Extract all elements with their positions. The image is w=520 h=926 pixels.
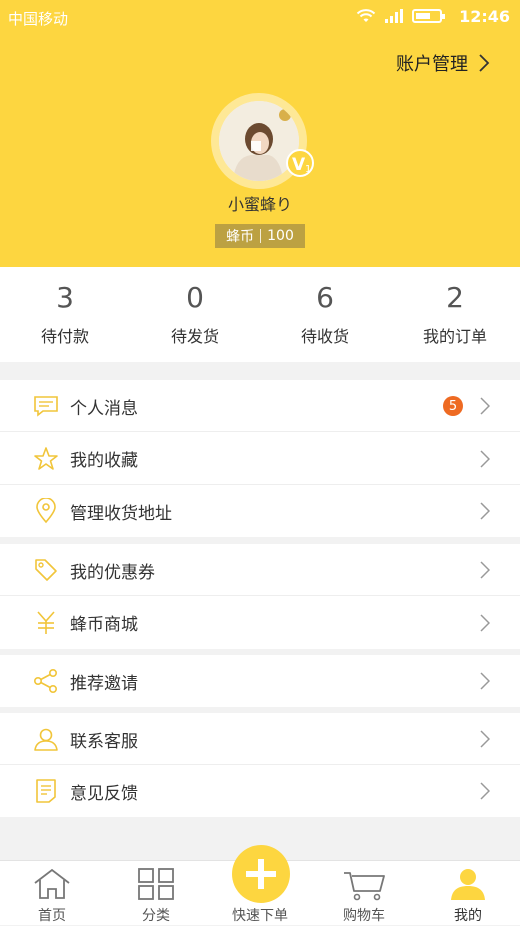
quick-order-button[interactable] bbox=[232, 845, 290, 903]
share-icon bbox=[33, 668, 59, 694]
location-pin-icon bbox=[33, 498, 59, 524]
chevron-right-icon bbox=[480, 502, 490, 520]
tab-mine[interactable]: 我的 bbox=[416, 861, 520, 926]
svg-text:V: V bbox=[292, 155, 306, 175]
vip-badge-icon: V 1 bbox=[286, 149, 314, 177]
message-icon bbox=[33, 393, 59, 419]
plus-icon bbox=[246, 859, 276, 889]
order-summary: 3 待付款 0 待发货 6 待收货 2 我的订单 bbox=[0, 267, 520, 362]
menu-item-favorites[interactable]: 我的收藏 bbox=[0, 432, 520, 485]
clock: 12:46 bbox=[459, 7, 510, 26]
menu-item-address[interactable]: 管理收货地址 bbox=[0, 485, 520, 537]
chevron-right-icon bbox=[480, 672, 490, 690]
menu-item-label: 蜂币商城 bbox=[70, 615, 138, 635]
battery-icon bbox=[412, 9, 445, 23]
chevron-right-icon bbox=[480, 561, 490, 579]
carrier-name: 中国移动 bbox=[8, 10, 69, 28]
menu-item-coupons[interactable]: 我的优惠券 bbox=[0, 544, 520, 596]
menu-item-feedback[interactable]: 意见反馈 bbox=[0, 765, 520, 817]
tab-home[interactable]: 首页 bbox=[0, 861, 104, 926]
chevron-right-icon bbox=[480, 613, 490, 632]
avatar[interactable]: V 1 bbox=[211, 93, 314, 189]
menu-item-label: 我的收藏 bbox=[70, 451, 138, 471]
person-icon bbox=[33, 726, 59, 752]
wifi-icon bbox=[356, 9, 376, 22]
menu-item-coin-mall[interactable]: 蜂币商城 bbox=[0, 596, 520, 649]
order-pending-receipt[interactable]: 6 待收货 bbox=[260, 267, 390, 362]
unread-badge: 5 bbox=[443, 396, 463, 416]
chevron-right-icon bbox=[480, 449, 490, 468]
tab-category[interactable]: 分类 bbox=[104, 861, 208, 926]
menu-item-customer-service[interactable]: 联系客服 bbox=[0, 713, 520, 765]
menu-item-invite[interactable]: 推荐邀请 bbox=[0, 655, 520, 707]
star-icon bbox=[33, 446, 59, 472]
home-icon bbox=[34, 868, 70, 899]
menu-item-label: 个人消息 bbox=[70, 398, 138, 419]
chevron-right-icon bbox=[480, 782, 490, 800]
user-nickname: 小蜜蜂り bbox=[227, 195, 292, 214]
cart-icon bbox=[344, 872, 385, 901]
coin-balance: 蜂币 100 bbox=[215, 224, 305, 248]
tab-cart[interactable]: 购物车 bbox=[312, 861, 416, 926]
tag-icon bbox=[33, 557, 59, 583]
menu-item-label: 管理收货地址 bbox=[70, 503, 172, 524]
chevron-right-icon bbox=[480, 730, 490, 748]
yuan-icon bbox=[33, 610, 59, 636]
menu-item-label: 我的优惠券 bbox=[70, 562, 155, 583]
profile-header: 中国移动 12:46 账户管理 V 1 小蜜蜂り 蜂币 100 bbox=[0, 0, 520, 267]
order-pending-payment[interactable]: 3 待付款 bbox=[0, 267, 130, 362]
svg-text:1: 1 bbox=[305, 164, 311, 175]
signal-icon bbox=[385, 9, 403, 23]
document-icon bbox=[33, 778, 59, 804]
menu-item-label: 联系客服 bbox=[70, 731, 138, 752]
status-bar: 中国移动 12:46 bbox=[0, 0, 520, 34]
menu-item-label: 推荐邀请 bbox=[70, 673, 138, 694]
order-my-orders[interactable]: 2 我的订单 bbox=[390, 267, 520, 362]
menu-item-label: 意见反馈 bbox=[70, 783, 138, 804]
chevron-right-icon bbox=[479, 54, 490, 72]
order-pending-shipment[interactable]: 0 待发货 bbox=[130, 267, 260, 362]
chevron-right-icon bbox=[480, 397, 490, 415]
user-icon bbox=[451, 869, 485, 900]
menu-item-messages[interactable]: 个人消息 5 bbox=[0, 380, 520, 432]
account-management-link[interactable]: 账户管理 bbox=[396, 50, 490, 76]
grid-icon bbox=[138, 868, 174, 900]
